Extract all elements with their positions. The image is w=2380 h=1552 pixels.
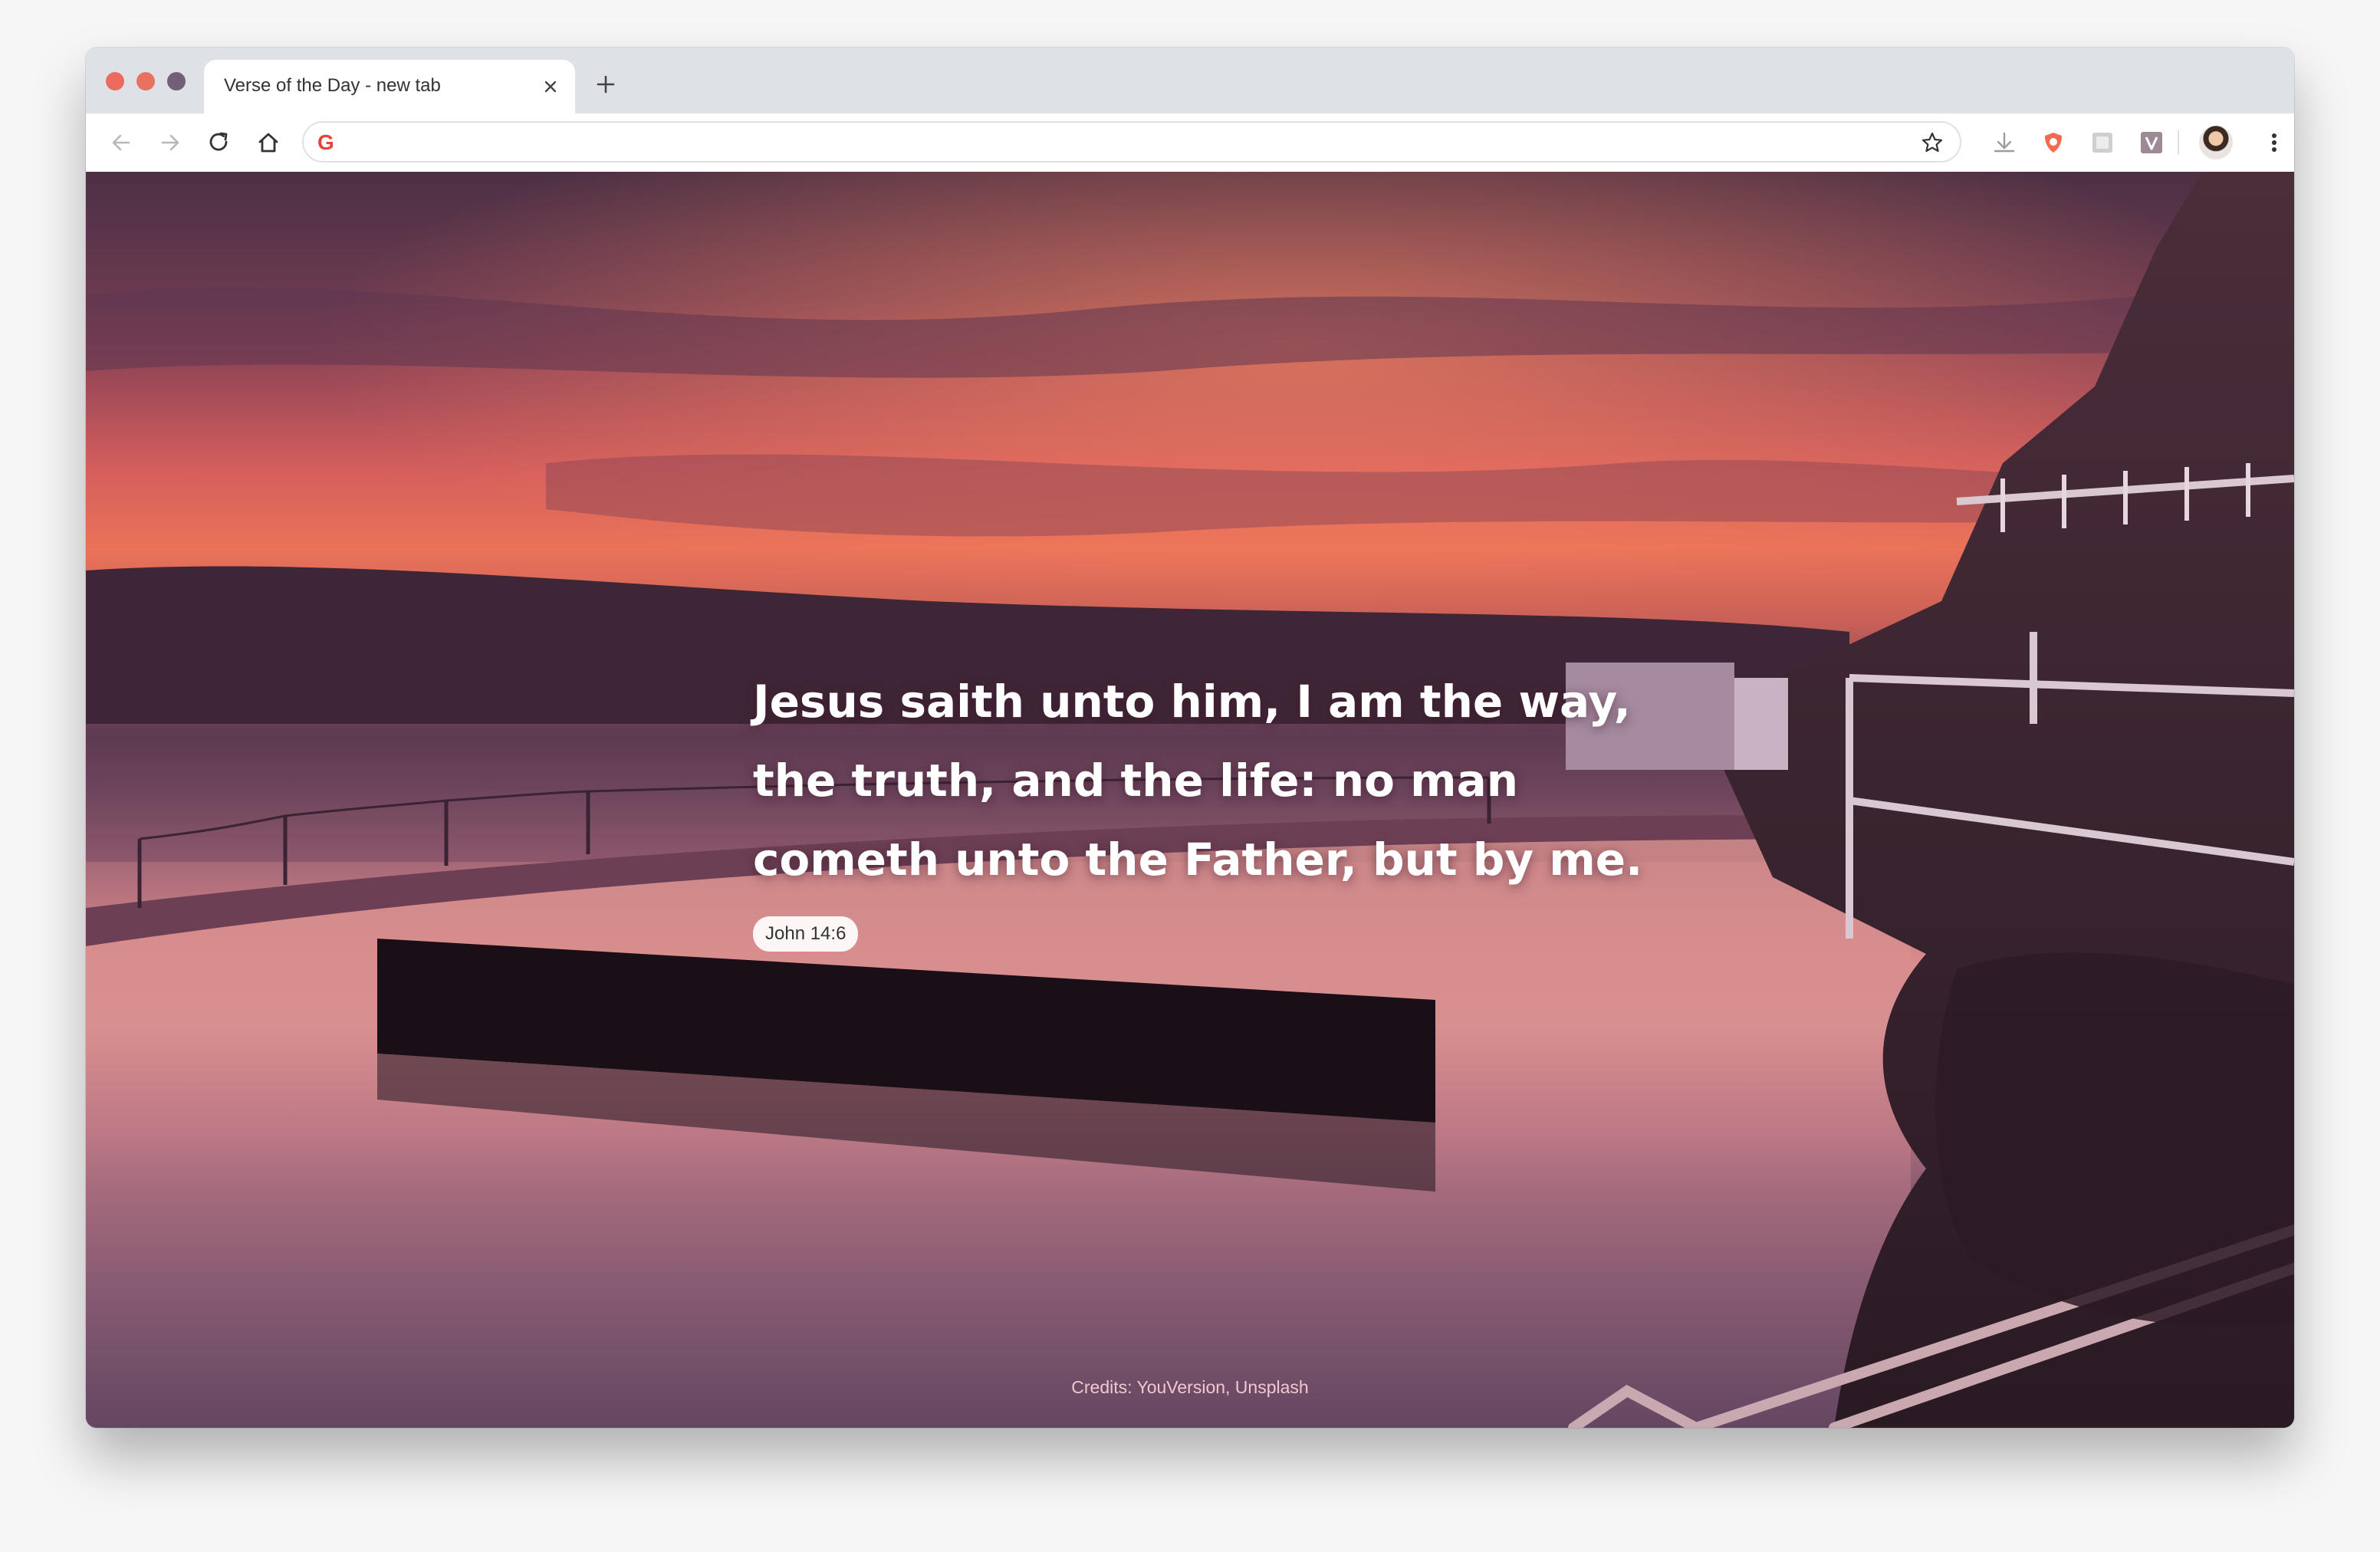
tab-verse-of-the-day[interactable]: Verse of the Day - new tab <box>204 60 575 113</box>
google-g-icon: G <box>317 130 334 154</box>
star-icon[interactable] <box>1920 130 1944 155</box>
browser-window: Verse of the Day - new tab G Jesus saith… <box>86 48 2294 1428</box>
close-window-button[interactable] <box>106 72 124 90</box>
image-extension-icon[interactable] <box>2089 129 2116 156</box>
minimize-window-button[interactable] <box>136 72 155 90</box>
shield-extension-icon[interactable] <box>2040 129 2067 156</box>
more-vertical-icon[interactable] <box>2260 129 2288 156</box>
address-bar[interactable]: G <box>302 121 1961 163</box>
close-icon[interactable] <box>540 76 561 97</box>
tab-title: Verse of the Day - new tab <box>224 75 441 96</box>
avatar[interactable] <box>2199 126 2233 159</box>
arrow-left-icon[interactable] <box>107 129 135 156</box>
verse-card: Jesus saith unto him, I am the way, the … <box>753 663 1673 952</box>
download-extension-icon[interactable] <box>1990 129 2018 156</box>
new-tab-page: Jesus saith unto him, I am the way, the … <box>86 172 2294 1428</box>
verse-text: Jesus saith unto him, I am the way, the … <box>753 676 1643 886</box>
browser-toolbar: G <box>86 113 2294 173</box>
verse-reference-badge[interactable]: John 14:6 <box>753 916 859 952</box>
home-icon[interactable] <box>255 129 282 156</box>
credits-text: Credits: YouVersion, Unsplash <box>1071 1377 1309 1397</box>
maximize-window-button[interactable] <box>167 72 186 90</box>
arrow-right-icon[interactable] <box>156 129 184 156</box>
tab-strip: Verse of the Day - new tab <box>86 48 2294 113</box>
v-extension-icon[interactable] <box>2138 129 2165 156</box>
toolbar-separator <box>2178 130 2179 155</box>
reload-icon[interactable] <box>205 129 233 156</box>
new-tab-icon[interactable] <box>593 72 618 97</box>
